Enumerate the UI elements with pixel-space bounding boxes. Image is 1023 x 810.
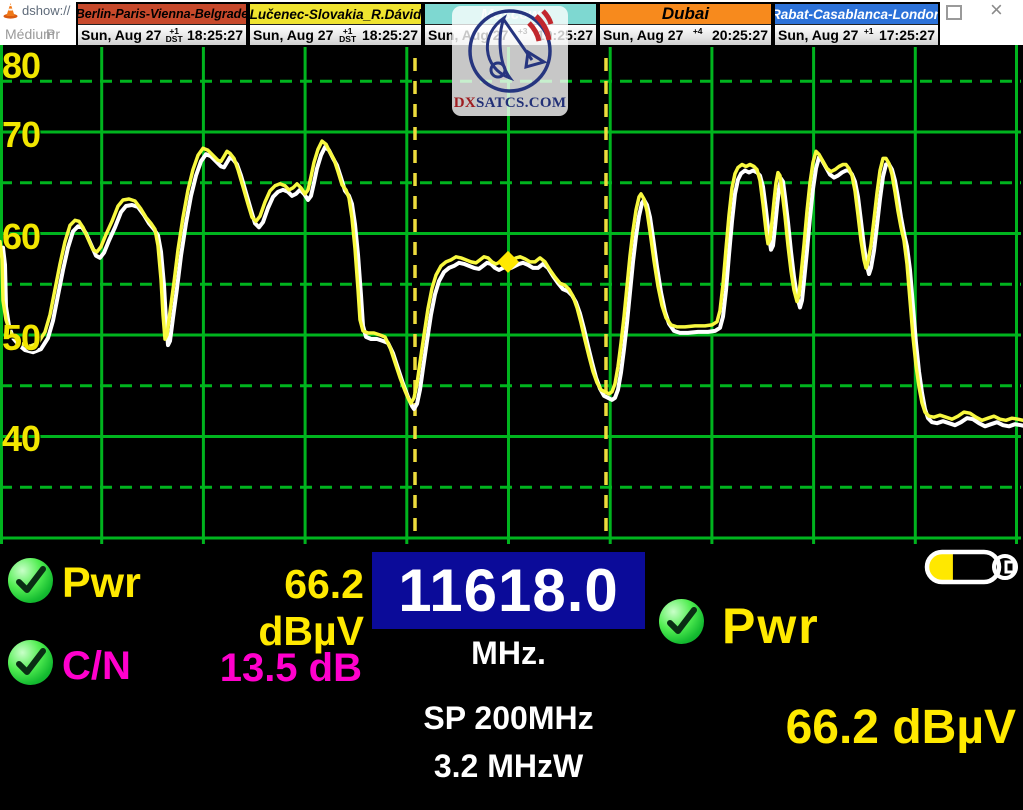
cn-label: C/N	[62, 644, 131, 689]
measurement-panel: Pwr 66.2 dBµV C/N 13.5 dB 11618.0 MHz. P…	[0, 545, 1023, 810]
clock-time: 17:25:27	[879, 27, 935, 43]
big-pwr-check-icon[interactable]	[659, 599, 704, 644]
frequency-value: 11618.0	[398, 556, 619, 625]
clock-utc-offset: +1DST	[164, 27, 184, 44]
logo-text-rest: SATCS.COM	[476, 95, 566, 111]
dxsatcs-logo: DXSATCS.COM	[452, 6, 568, 116]
clock-time: 18:25:27	[187, 27, 243, 43]
vlc-cone-icon	[3, 2, 18, 19]
bandwidth-setting: 3.2 MHzW	[372, 748, 645, 785]
spectrum-analyzer-window: 8070605040 dshow:// Médium Pr × Berlin-P…	[0, 0, 1023, 810]
clock-date: Sun, Aug 27	[81, 27, 161, 43]
span-setting: SP 200MHz	[372, 700, 645, 737]
clock-city-label: Lučenec-Slovakia_R.Dávid	[250, 4, 421, 24]
clock-city-label: Rabat-Casablanca-London	[775, 4, 938, 24]
clock-dubai: DubaiSun, Aug 27+420:25:27	[598, 2, 773, 47]
close-button[interactable]: ×	[990, 0, 1003, 21]
clock-utc-offset: +4	[686, 27, 709, 44]
y-tick-label: 60	[2, 216, 72, 258]
pwr-value: 66.2 dBµV	[174, 561, 364, 655]
big-pwr-value: 66.2 dBµV	[696, 700, 1016, 755]
battery-icon	[923, 548, 1020, 586]
cn-value: 13.5 dB	[190, 646, 362, 691]
clock-time-row: Sun, Aug 27+420:25:27	[600, 24, 771, 45]
clock-rabat-casablanca-london: Rabat-Casablanca-LondonSun, Aug 27+117:2…	[773, 2, 940, 47]
y-tick-label: 40	[2, 418, 72, 460]
clock-utc-offset: +1	[861, 27, 876, 44]
clock-time-row: Sun, Aug 27+1DST18:25:27	[78, 24, 246, 45]
menu-item-playback[interactable]: Pr	[46, 26, 60, 42]
clock-time-row: Sun, Aug 27+117:25:27	[775, 24, 938, 45]
big-pwr-label: Pwr	[722, 597, 820, 655]
clock-time-row: Sun, Aug 27+1DST18:25:27	[250, 24, 421, 45]
logo-text: DXSATCS.COM	[452, 95, 568, 112]
window-title: dshow://	[22, 3, 70, 18]
cn-check-icon[interactable]	[8, 640, 53, 685]
clock-berlin-paris-vienna-belgrade: Berlin-Paris-Vienna-BelgradeSun, Aug 27+…	[76, 2, 248, 47]
frequency-unit: MHz.	[372, 635, 645, 672]
frequency-box[interactable]: 11618.0	[372, 552, 645, 629]
logo-text-dx: DX	[454, 95, 476, 111]
satellite-dish-icon	[452, 6, 568, 96]
y-tick-label: 50	[2, 317, 72, 359]
clock-date: Sun, Aug 27	[778, 27, 858, 43]
clock-date: Sun, Aug 27	[603, 27, 683, 43]
clock-time: 20:25:27	[712, 27, 768, 43]
clock-city-label: Dubai	[600, 4, 771, 24]
clock-utc-offset: +1DST	[336, 27, 359, 44]
clock-date: Sun, Aug 27	[253, 27, 333, 43]
y-tick-label: 70	[2, 114, 72, 156]
pwr-check-icon[interactable]	[8, 558, 53, 603]
y-tick-label: 80	[2, 45, 72, 87]
clock-time: 18:25:27	[362, 27, 418, 43]
pwr-label: Pwr	[62, 559, 141, 608]
clock-city-label: Berlin-Paris-Vienna-Belgrade	[78, 4, 246, 24]
maximize-button[interactable]	[946, 5, 962, 20]
clock-lu-enec-slovakia-r-d-vid: Lučenec-Slovakia_R.DávidSun, Aug 27+1DST…	[248, 2, 423, 47]
